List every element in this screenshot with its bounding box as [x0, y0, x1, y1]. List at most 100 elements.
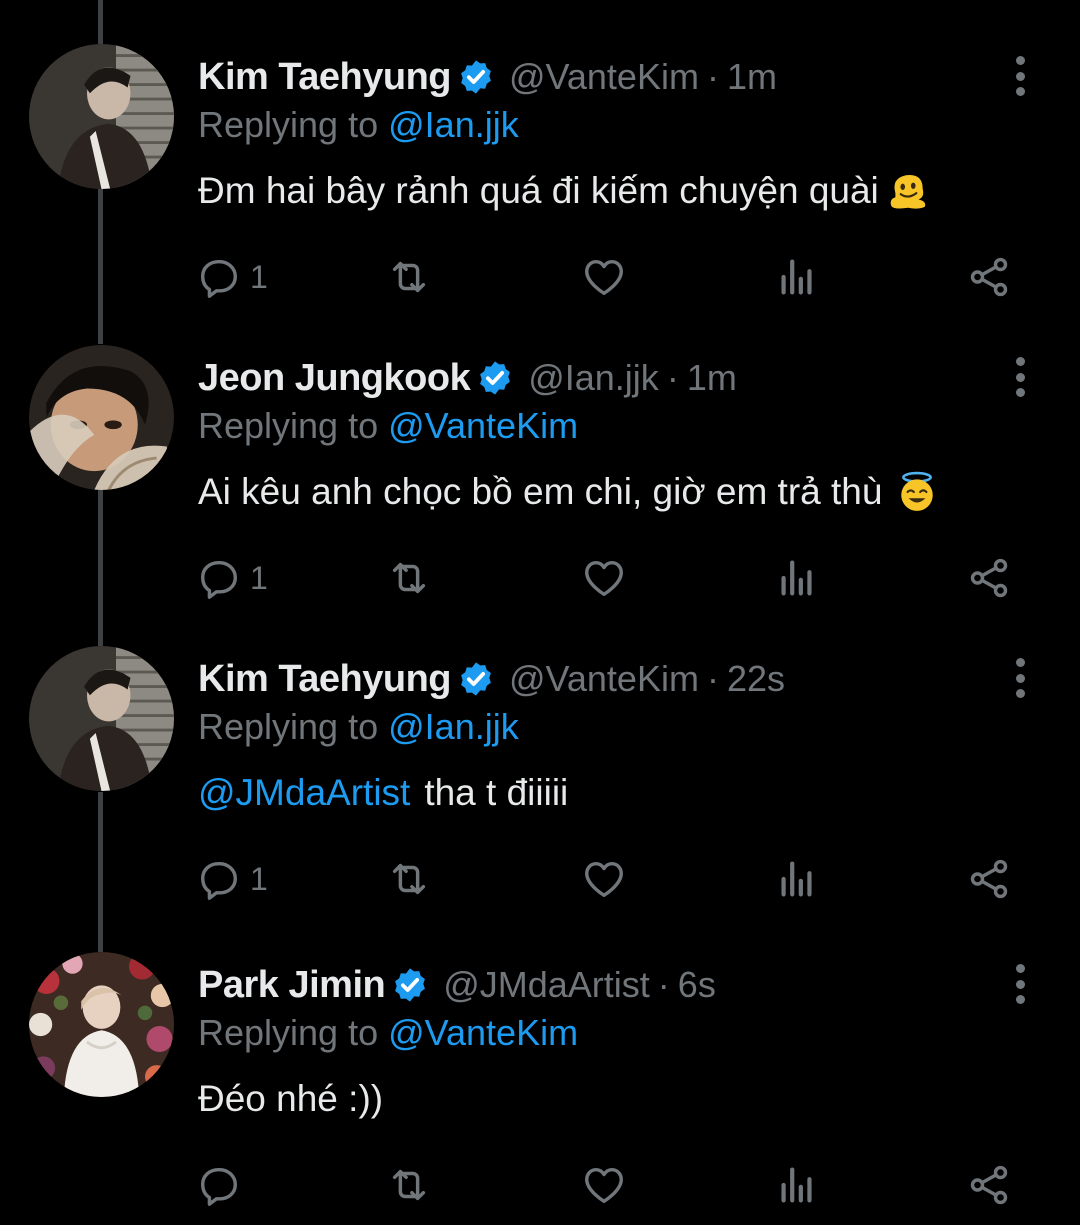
retweet-button[interactable] — [386, 252, 432, 302]
retweet-button[interactable] — [386, 854, 432, 904]
avatar[interactable] — [29, 952, 174, 1097]
user-handle[interactable]: @VanteKim — [509, 658, 699, 700]
views-button[interactable] — [774, 252, 820, 302]
replying-to-label: Replying to — [198, 104, 379, 145]
replying-to-handle[interactable]: @VanteKim — [388, 1012, 578, 1053]
reply-button[interactable] — [196, 1160, 250, 1210]
reply-count: 1 — [250, 258, 268, 295]
avatar-image — [29, 952, 174, 1097]
heart-icon — [585, 560, 623, 597]
replying-to-label: Replying to — [198, 405, 379, 446]
retweet-icon — [392, 261, 426, 293]
tweet[interactable]: Park Jimin @JMdaArtist · 6s Replying to … — [0, 908, 1080, 1208]
reply-count: 1 — [250, 559, 268, 596]
tweet-text: Ai kêu anh chọc bồ em chi, giờ em trả th… — [198, 471, 938, 513]
avatar-image — [29, 44, 174, 189]
tweet[interactable]: Jeon Jungkook @Ian.jjk · 1m Replying to … — [0, 301, 1080, 601]
views-button[interactable] — [774, 1160, 820, 1210]
replying-to-handle[interactable]: @VanteKim — [388, 405, 578, 446]
reply-button[interactable]: 1 — [196, 854, 268, 904]
heart-icon — [585, 1167, 623, 1204]
analytics-icon — [781, 560, 812, 596]
avatar[interactable] — [29, 646, 174, 791]
avatar[interactable] — [29, 44, 174, 189]
like-button[interactable] — [581, 1160, 627, 1210]
verified-badge-icon — [480, 361, 511, 395]
share-icon — [970, 257, 1008, 297]
retweet-icon — [392, 863, 426, 895]
heart-icon — [585, 861, 623, 898]
share-button[interactable] — [966, 854, 1012, 904]
retweet-icon — [392, 1169, 426, 1201]
reply-icon — [200, 560, 238, 599]
like-button[interactable] — [581, 553, 627, 603]
like-button[interactable] — [581, 854, 627, 904]
avatar-image — [29, 646, 174, 791]
separator-dot: · — [657, 964, 670, 1005]
views-button[interactable] — [774, 553, 820, 603]
share-icon — [970, 1165, 1008, 1205]
reply-button[interactable]: 1 — [196, 252, 268, 302]
like-button[interactable] — [581, 252, 627, 302]
replying-to: Replying to @Ian.jjk — [198, 706, 519, 748]
share-icon — [970, 558, 1008, 598]
smiling-face-with-halo-emoji-icon — [901, 471, 934, 511]
tweet-text-content: Đéo nhé :)) — [198, 1078, 384, 1119]
mention-link[interactable]: @JMdaArtist — [198, 772, 410, 814]
reply-count: 1 — [250, 860, 268, 897]
replying-to-label: Replying to — [198, 706, 379, 747]
share-button[interactable] — [966, 553, 1012, 603]
reply-button[interactable]: 1 — [196, 553, 268, 603]
tweet-text-content: tha t điiiii — [424, 772, 569, 813]
share-button[interactable] — [966, 252, 1012, 302]
analytics-icon — [781, 861, 812, 897]
verified-badge-icon — [395, 968, 426, 1002]
retweet-button[interactable] — [386, 1160, 432, 1210]
melting-face-emoji-icon — [890, 175, 926, 209]
display-name[interactable]: Kim Taehyung — [198, 56, 452, 99]
tweet[interactable]: Kim Taehyung @VanteKim · 1m Replying to … — [0, 0, 1080, 300]
replying-to: Replying to @VanteKim — [198, 1012, 578, 1054]
user-handle[interactable]: @JMdaArtist — [443, 964, 650, 1006]
replying-to: Replying to @Ian.jjk — [198, 104, 519, 146]
display-name[interactable]: Kim Taehyung — [198, 658, 452, 701]
analytics-icon — [781, 259, 812, 295]
more-options-icon[interactable] — [1008, 357, 1032, 397]
replying-to-handle[interactable]: @Ian.jjk — [388, 104, 519, 145]
avatar-image — [29, 345, 174, 490]
tweet-text: @JMdaArtist tha t điiiii — [198, 772, 568, 814]
views-button[interactable] — [774, 854, 820, 904]
timestamp[interactable]: 6s — [678, 964, 716, 1006]
tweet-text: Đm hai bây rảnh quá đi kiếm chuyện quài — [198, 170, 929, 212]
reply-icon — [200, 1167, 238, 1206]
display-name[interactable]: Park Jimin — [198, 964, 386, 1007]
verified-badge-icon — [461, 662, 491, 696]
separator-dot: · — [706, 56, 719, 97]
tweet-text: Đéo nhé :)) — [198, 1078, 383, 1120]
replying-to-handle[interactable]: @Ian.jjk — [388, 706, 519, 747]
separator-dot: · — [666, 357, 679, 398]
reply-icon — [200, 259, 238, 298]
retweet-icon — [392, 562, 426, 594]
timestamp[interactable]: 1m — [687, 357, 737, 399]
more-options-icon[interactable] — [1008, 658, 1032, 698]
verified-badge-icon — [461, 60, 491, 94]
more-options-icon[interactable] — [1008, 964, 1032, 1004]
more-options-icon[interactable] — [1008, 56, 1032, 96]
display-name[interactable]: Jeon Jungkook — [198, 357, 471, 400]
user-handle[interactable]: @Ian.jjk — [528, 357, 659, 399]
tweet-text-content: Đm hai bây rảnh quá đi kiếm chuyện quài — [198, 170, 879, 211]
share-icon — [970, 859, 1008, 899]
reply-icon — [200, 861, 238, 900]
retweet-button[interactable] — [386, 553, 432, 603]
replying-to: Replying to @VanteKim — [198, 405, 578, 447]
avatar[interactable] — [29, 345, 174, 490]
timestamp[interactable]: 22s — [727, 658, 785, 700]
separator-dot: · — [706, 658, 719, 699]
timestamp[interactable]: 1m — [727, 56, 777, 98]
tweet-text-content: Ai kêu anh chọc bồ em chi, giờ em trả th… — [198, 471, 883, 512]
tweet[interactable]: Kim Taehyung @VanteKim · 22s Replying to… — [0, 602, 1080, 902]
user-handle[interactable]: @VanteKim — [509, 56, 699, 98]
share-button[interactable] — [966, 1160, 1012, 1210]
analytics-icon — [781, 1167, 812, 1203]
